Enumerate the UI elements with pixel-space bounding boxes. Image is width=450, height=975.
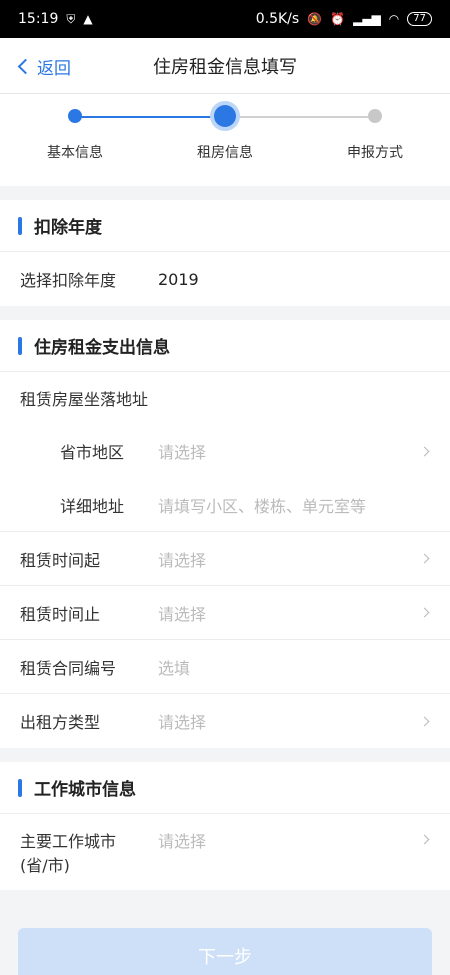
next-button[interactable]: 下一步 xyxy=(18,928,432,975)
mute-icon: 🔕 xyxy=(307,12,323,26)
network-speed: 0.5K/s xyxy=(255,11,300,27)
lease-end-label: 租赁时间止 xyxy=(20,604,101,624)
step-label-basic: 基本信息 xyxy=(47,145,103,161)
section-title: 工作城市信息 xyxy=(34,780,136,800)
address-heading-row: 租赁房屋坐落地址 xyxy=(0,372,450,424)
section-header: 住房租金支出信息 xyxy=(0,320,450,372)
section-title: 扣除年度 xyxy=(34,218,102,238)
detail-address-label: 详细地址 xyxy=(60,496,125,516)
back-button[interactable]: 返回 xyxy=(16,38,71,94)
lease-end-select[interactable]: 请选择 xyxy=(158,601,432,625)
section-rent-expense: 住房租金支出信息 租赁房屋坐落地址 省市地区 请选择 详细地址 请填写小区、楼栋… xyxy=(0,320,450,748)
deduction-year-row[interactable]: 选择扣除年度 2019 xyxy=(0,252,450,306)
detail-address-row[interactable]: 详细地址 请填写小区、楼栋、单元室等 xyxy=(0,478,450,532)
step-dot-3 xyxy=(368,109,382,123)
work-city-label: 主要工作城市 (省/市) xyxy=(20,830,158,878)
section-work-city: 工作城市信息 主要工作城市 (省/市) 请选择 xyxy=(0,762,450,890)
lease-start-label: 租赁时间起 xyxy=(20,550,101,570)
contract-number-input[interactable]: 选填 xyxy=(158,655,432,679)
signal-icon: ▂▄▆ xyxy=(353,12,381,26)
section-title: 住房租金支出信息 xyxy=(34,338,170,358)
address-label: 租赁房屋坐落地址 xyxy=(20,390,149,409)
step-indicator: 基本信息 租房信息 申报方式 xyxy=(0,94,450,186)
section-marker xyxy=(18,336,22,355)
status-bar: 15:19 ⛨ ▲ 0.5K/s 🔕 ⏰ ▂▄▆ ◠ 77 xyxy=(0,0,450,38)
button-area: 下一步 xyxy=(0,890,450,975)
region-select[interactable]: 请选择 xyxy=(158,439,432,463)
step-dot-2 xyxy=(214,105,236,127)
lease-start-select[interactable]: 请选择 xyxy=(158,547,432,571)
alarm-icon: ⏰ xyxy=(330,12,346,26)
region-row[interactable]: 省市地区 请选择 xyxy=(0,424,450,478)
shield-icon: ⛨ xyxy=(66,11,76,26)
nav-bar: 返回 住房租金信息填写 xyxy=(0,38,450,94)
battery-icon: 77 xyxy=(407,12,432,26)
step-dot-1 xyxy=(68,109,82,123)
detail-address-input[interactable]: 请填写小区、楼栋、单元室等 xyxy=(158,493,432,517)
section-marker xyxy=(18,778,22,797)
work-city-label-line1: 主要工作城市 xyxy=(20,832,117,851)
chevron-left-icon xyxy=(17,58,34,74)
step-label-rent: 租房信息 xyxy=(197,145,253,161)
back-label: 返回 xyxy=(37,58,71,79)
work-city-select[interactable]: 请选择 xyxy=(158,830,432,854)
landlord-type-row[interactable]: 出租方类型 请选择 xyxy=(0,694,450,748)
section-deduction-year: 扣除年度 选择扣除年度 2019 xyxy=(0,200,450,306)
section-header: 工作城市信息 xyxy=(0,762,450,814)
step-line-todo xyxy=(225,116,375,118)
section-marker xyxy=(18,216,22,235)
work-city-label-line2: (省/市) xyxy=(20,856,70,875)
step-line-done xyxy=(75,116,225,118)
lease-end-row[interactable]: 租赁时间止 请选择 xyxy=(0,586,450,640)
status-time: 15:19 xyxy=(18,11,59,27)
contract-number-row[interactable]: 租赁合同编号 选填 xyxy=(0,640,450,694)
landlord-type-select[interactable]: 请选择 xyxy=(158,709,432,733)
deduction-year-value: 2019 xyxy=(158,269,199,289)
page-title: 住房租金信息填写 xyxy=(153,56,297,78)
lease-start-row[interactable]: 租赁时间起 请选择 xyxy=(0,532,450,586)
step-label-method: 申报方式 xyxy=(347,145,403,161)
landlord-type-label: 出租方类型 xyxy=(20,713,101,732)
wifi-icon: ◠ xyxy=(388,12,400,26)
region-label: 省市地区 xyxy=(60,443,125,462)
notification-icon: ▲ xyxy=(83,12,93,26)
contract-number-label: 租赁合同编号 xyxy=(20,658,117,678)
deduction-year-label: 选择扣除年度 xyxy=(20,271,117,290)
section-header: 扣除年度 xyxy=(0,200,450,252)
work-city-row[interactable]: 主要工作城市 (省/市) 请选择 xyxy=(0,814,450,890)
